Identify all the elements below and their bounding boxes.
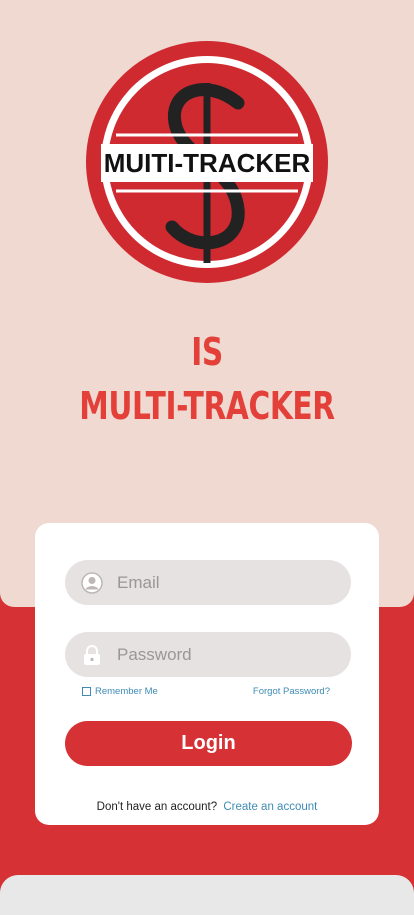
email-field[interactable] (65, 560, 351, 605)
headline-line-1: IS (191, 330, 223, 374)
email-input[interactable] (117, 572, 317, 593)
no-account-text: Don't have an account? (96, 801, 218, 813)
signup-prompt: Don't have an account? Create an account (35, 801, 379, 813)
password-field[interactable] (65, 632, 351, 677)
bottom-sheet (0, 875, 414, 915)
dollar-sign-icon: MUITI-TRACKER (86, 41, 328, 283)
remember-me-label: Remember Me (95, 686, 158, 697)
user-avatar-icon (81, 571, 103, 594)
padlock-icon (84, 644, 100, 665)
password-input[interactable] (117, 644, 317, 665)
create-account-link[interactable]: Create an account (223, 801, 317, 813)
headline-line-2: MULTI-TRACKER (79, 384, 335, 428)
logo-text: MUITI-TRACKER (104, 148, 311, 178)
checkbox-icon[interactable] (82, 687, 91, 696)
remember-me-checkbox[interactable]: Remember Me (82, 686, 158, 697)
login-button[interactable]: Login (65, 721, 352, 766)
forgot-password-link[interactable]: Forgot Password? (253, 686, 330, 697)
app-logo: MUITI-TRACKER (86, 41, 328, 283)
login-card: Remember Me Forgot Password? Login Don't… (35, 523, 379, 825)
